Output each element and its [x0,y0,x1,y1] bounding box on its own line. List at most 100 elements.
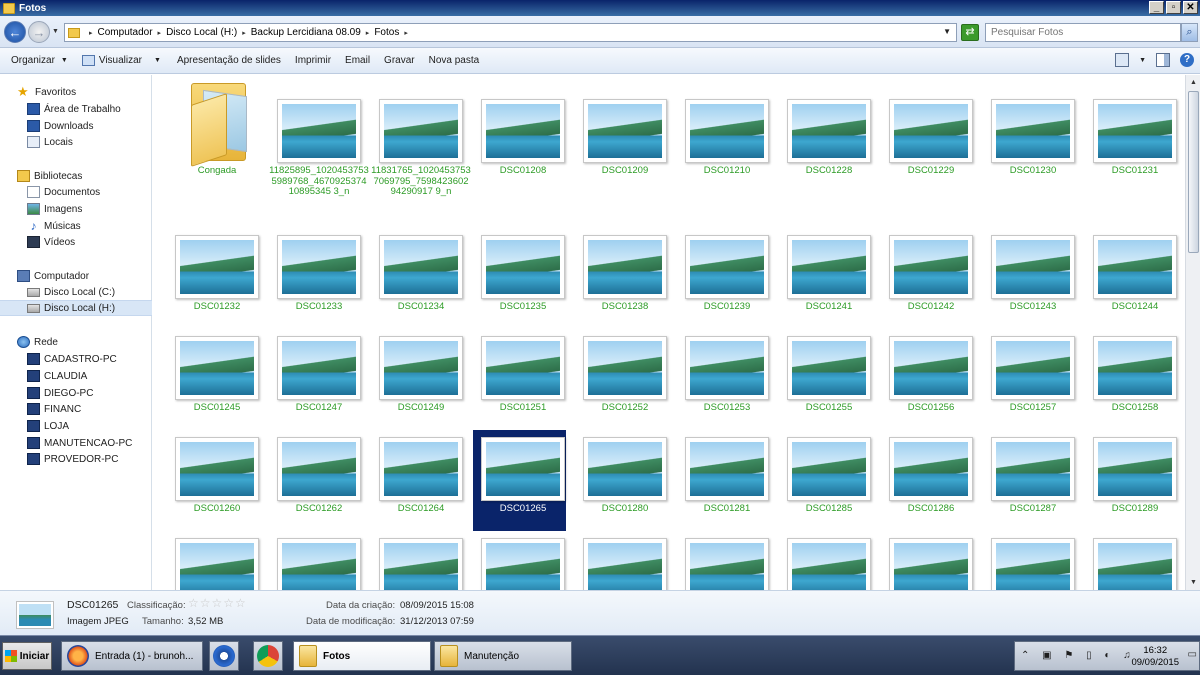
nav-computer[interactable]: Computador [17,268,89,284]
scroll-thumb[interactable] [1188,91,1199,253]
back-button[interactable]: ← [4,21,26,43]
nav-item-videos[interactable]: Vídeos [27,234,75,250]
file-item[interactable] [371,514,463,590]
tray-icons[interactable]: ⌃ ▣ ⚑ ▯ ◐ ♫ [1021,650,1136,661]
nav-label: DIEGO-PC [44,387,94,399]
search-input[interactable] [985,23,1181,42]
file-name-label: DSC01209 [601,165,649,176]
nav-label: Computador [34,270,90,282]
file-item[interactable]: DSC01208 [473,75,565,223]
file-item[interactable] [983,514,1075,590]
email-button[interactable]: Email [345,55,370,66]
nav-item-drive-h[interactable]: Disco Local (H:) [0,300,152,316]
file-item[interactable]: DSC01228 [779,75,871,223]
taskbar-button-manutencao[interactable]: Manutenção [434,641,572,671]
breadcrumb-item[interactable]: Backup Lercidiana 08.09 [251,27,361,38]
created-label: Data da criação: [326,600,396,611]
nav-item-pictures[interactable]: Imagens [27,201,82,217]
file-item[interactable] [167,514,259,590]
vertical-scrollbar[interactable]: ▲ ▼ [1185,75,1200,590]
toolbar-right: ▼ ? [1115,53,1194,67]
nav-item-network-pc[interactable]: FINANC [27,401,81,417]
chevron-right-icon[interactable]: ▸ [158,29,162,37]
file-item[interactable]: DSC01209 [575,75,667,223]
chevron-right-icon[interactable]: ▸ [242,29,246,37]
rating-stars[interactable]: ☆☆☆☆☆ [188,596,247,610]
chevron-right-icon[interactable]: ▸ [89,29,93,37]
nav-item-music[interactable]: ♪ Músicas [27,218,81,234]
start-button[interactable]: Iniciar [2,642,52,670]
scroll-down-icon[interactable]: ▼ [1187,576,1200,589]
file-item[interactable]: DSC01229 [881,75,973,223]
view-icon [81,55,95,66]
file-item[interactable]: DSC01230 [983,75,1075,223]
recent-pages-dropdown[interactable]: ▼ [52,28,59,35]
chevron-down-icon[interactable]: ▼ [1139,57,1146,64]
image-thumbnail [991,235,1075,299]
file-item[interactable]: 11831765_10204537537069795_7598423602942… [371,75,471,223]
nav-item-network-pc[interactable]: LOJA [27,418,69,434]
nav-item-documents[interactable]: Documentos [27,184,100,200]
refresh-button[interactable]: ⇄ [961,24,979,41]
nav-item-desktop[interactable]: Área de Trabalho [27,101,121,117]
folder-item[interactable]: Congada [167,75,259,223]
search-button[interactable]: ⌕ [1181,23,1198,42]
nav-item-downloads[interactable]: Downloads [27,118,93,134]
image-thumbnail [1093,437,1177,501]
taskbar-button-firefox[interactable]: Entrada (1) - brunoh... [61,641,203,671]
minimize-button[interactable]: _ [1149,1,1164,14]
breadcrumb-item[interactable]: Disco Local (H:) [166,27,237,38]
taskbar-button-fotos[interactable]: Fotos [293,641,431,671]
file-item[interactable]: 11825895_10204537535989768_4670925374108… [269,75,369,223]
help-icon[interactable]: ? [1180,53,1194,67]
nav-item-places[interactable]: Locais [27,134,73,150]
nav-network[interactable]: Rede [17,334,58,350]
show-desktop-icon[interactable]: ▭ [1188,649,1197,660]
nav-item-network-pc[interactable]: PROVEDOR-PC [27,451,118,467]
breadcrumb-item[interactable]: Computador [98,27,153,38]
breadcrumb[interactable]: ▸ Computador ▸ Disco Local (H:) ▸ Backup… [64,23,957,42]
clock[interactable]: 16:32 09/09/2015 [1131,645,1179,669]
organize-menu[interactable]: Organizar ▼ [11,55,68,66]
preview-pane-icon[interactable] [1156,53,1170,67]
image-thumbnail [889,437,973,501]
slideshow-button[interactable]: Apresentação de slides [177,55,281,66]
view-menu[interactable]: Visualizar ▼ [81,55,161,66]
nav-item-drive-c[interactable]: Disco Local (C:) [27,284,115,300]
file-item[interactable]: DSC01210 [677,75,769,223]
nav-favorites[interactable]: ★ Favoritos [17,84,76,100]
scroll-up-icon[interactable]: ▲ [1187,76,1200,89]
new-folder-button[interactable]: Nova pasta [429,55,480,66]
image-thumbnail [379,235,463,299]
change-view-icon[interactable] [1115,53,1130,67]
image-thumbnail [277,336,361,400]
chevron-right-icon[interactable]: ▸ [404,29,408,37]
file-item[interactable] [1085,514,1177,590]
nav-item-network-pc[interactable]: CLAUDIA [27,368,87,384]
nav-libraries[interactable]: Bibliotecas [17,168,82,184]
nav-label: Locais [44,136,73,148]
nav-item-network-pc[interactable]: MANUTENCAO-PC [27,435,132,451]
forward-button[interactable]: → [28,21,50,43]
file-item[interactable] [575,514,667,590]
drive-icon [27,303,40,313]
address-dropdown-icon[interactable]: ▼ [943,27,951,36]
print-button[interactable]: Imprimir [295,55,331,66]
chevron-right-icon[interactable]: ▸ [366,29,370,37]
nav-label: Documentos [44,186,101,198]
nav-item-network-pc[interactable]: CADASTRO-PC [27,351,117,367]
breadcrumb-item[interactable]: Fotos [374,27,399,38]
file-name-label: DSC01239 [703,301,751,312]
maximize-button[interactable]: ▫ [1166,1,1181,14]
file-item[interactable] [779,514,871,590]
burn-button[interactable]: Gravar [384,55,415,66]
quick-launch-chrome[interactable] [253,641,283,671]
file-item[interactable] [881,514,973,590]
quick-launch-thunderbird[interactable] [209,641,239,671]
file-item[interactable] [473,514,565,590]
close-button[interactable]: ✕ [1183,1,1198,14]
nav-item-network-pc[interactable]: DIEGO-PC [27,385,93,401]
file-item[interactable] [677,514,769,590]
file-item[interactable] [269,514,361,590]
file-item[interactable]: DSC01231 [1085,75,1177,223]
